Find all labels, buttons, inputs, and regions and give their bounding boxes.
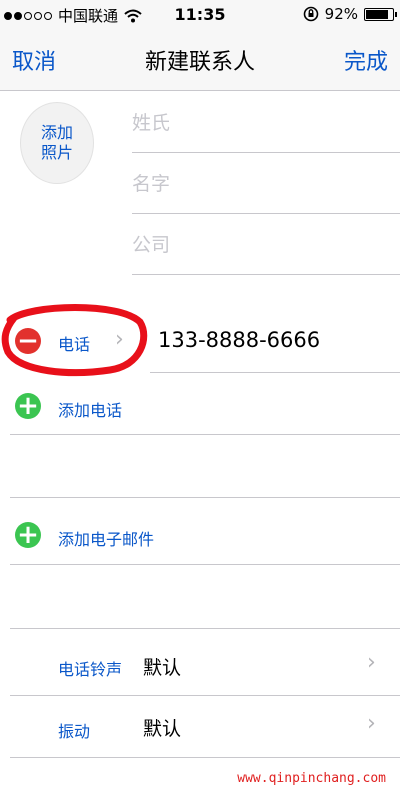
ringtone-value[interactable]: 默认	[143, 653, 181, 680]
divider	[10, 497, 400, 498]
vibration-value[interactable]: 默认	[143, 714, 181, 741]
battery-icon	[364, 7, 397, 21]
divider	[150, 372, 400, 373]
company-field[interactable]: 公司	[132, 214, 400, 275]
ringtone-label: 电话铃声	[58, 660, 123, 679]
divider	[10, 628, 400, 629]
divider	[10, 757, 400, 758]
phone-number-field[interactable]: 133-8888-6666	[158, 328, 320, 352]
chevron-right-icon: ›	[367, 711, 376, 736]
page-title: 新建联系人	[144, 50, 255, 75]
add-phone-icon[interactable]: +	[15, 393, 41, 419]
battery-percent: 92%	[324, 5, 358, 23]
add-photo-button[interactable]: 添加 照片	[20, 102, 94, 184]
chevron-right-icon: ›	[367, 650, 376, 675]
watermark: www.qinpinchang.com	[237, 771, 386, 786]
last-name-field[interactable]: 姓氏	[132, 92, 400, 153]
add-photo-label-line2: 照片	[40, 143, 73, 162]
status-right: 92%	[303, 5, 397, 23]
first-name-field[interactable]: 名字	[132, 153, 400, 214]
divider	[10, 695, 400, 696]
done-button[interactable]: 完成	[344, 44, 388, 76]
status-bar: 中国联通 11:35 92%	[0, 0, 400, 30]
add-email-button[interactable]: 添加电子邮件	[58, 526, 154, 550]
divider	[10, 564, 400, 565]
add-email-icon[interactable]: +	[15, 522, 41, 548]
red-highlight-circle	[1, 304, 148, 377]
divider	[10, 434, 400, 435]
orientation-lock-icon	[303, 6, 318, 22]
add-photo-label-line1: 添加	[40, 123, 73, 142]
add-phone-button[interactable]: 添加电话	[58, 397, 122, 421]
navigation-bar: 取消 新建联系人 完成	[0, 30, 400, 91]
vibration-label: 振动	[58, 722, 91, 741]
